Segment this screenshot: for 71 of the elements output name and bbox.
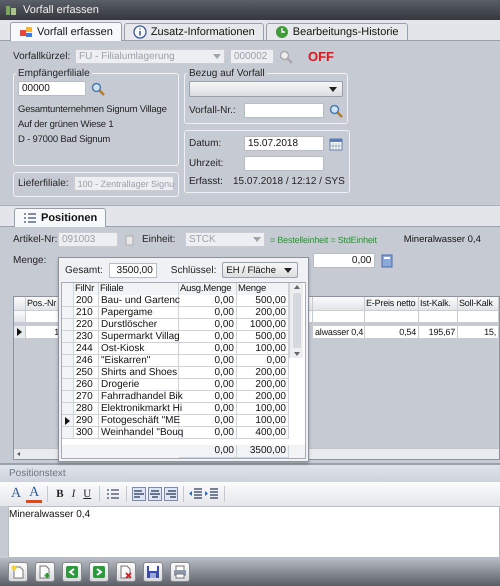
table-cell: 250: [74, 367, 99, 379]
table-cell: 210: [74, 307, 99, 319]
address-line: Auf der grünen Wiese 1: [18, 119, 114, 130]
panel-title: Positionstext: [9, 468, 66, 479]
table-cell: Bau- und Gartenc: [99, 295, 179, 307]
table-cell: 0,00: [237, 355, 289, 367]
field-label: Einheit:: [142, 234, 176, 245]
table-cell: 246: [74, 355, 99, 367]
table-cell: Supermarkt Villag: [99, 331, 179, 343]
table-cell: 0,00: [179, 415, 237, 427]
address-line: D - 97000 Bad Signum: [18, 134, 112, 145]
table-cell: Elektronikmarkt Hi: [99, 403, 179, 415]
field-label: Erfasst:: [189, 176, 224, 187]
field-label: Uhrzeit:: [189, 158, 224, 169]
table-cell: 0,00: [179, 355, 237, 367]
table-cell: 100,00: [237, 403, 289, 415]
table-cell: 400,00: [237, 427, 289, 439]
captured-value: 15.07.2018 / 12:12 / SYS: [233, 176, 345, 187]
table-cell: 15,: [458, 326, 499, 339]
table-cell: Drogerie: [99, 379, 179, 391]
total-cell: 0,00: [179, 445, 237, 458]
unit-note: = Bestelleinheit = StdEinheit: [270, 234, 377, 244]
group-title: Bezug auf Vorfall: [188, 68, 266, 79]
table-cell: 260: [74, 379, 99, 391]
table-cell: 0,00: [179, 307, 237, 319]
address-line: Gesamtunternehmen Signum Village: [18, 104, 168, 115]
field-label: Lieferfiliale:: [18, 178, 69, 189]
table-cell: 200,00: [237, 379, 289, 391]
table-cell: 220: [74, 319, 99, 331]
table-cell: 500,00: [237, 295, 289, 307]
table-cell: 200: [74, 295, 99, 307]
table-cell: 270: [74, 391, 99, 403]
table-cell: 0,00: [179, 319, 237, 331]
field-label: Menge:: [13, 255, 46, 266]
table-cell: 230: [74, 331, 99, 343]
table-cell: 100,00: [237, 415, 289, 427]
group-title: Empfängerfiliale: [17, 68, 91, 79]
table-cell: 0,00: [179, 367, 237, 379]
table-cell: 0,00: [179, 331, 237, 343]
table-cell: Fotogeschäft "ME: [99, 415, 179, 427]
article-description: Mineralwasser 0,4: [404, 234, 481, 245]
table-cell: 300: [74, 427, 99, 439]
table-cell: 200,00: [237, 307, 289, 319]
table-cell: 195,67: [419, 326, 458, 339]
table-cell: Shirts and Shoes: [99, 367, 179, 379]
table-cell: 280: [74, 403, 99, 415]
table-cell: alwasser 0,4: [313, 326, 365, 339]
field-label: Schlüssel:: [170, 264, 216, 276]
table-cell: 0,54: [365, 326, 419, 339]
table-cell: Ost-Kiosk: [99, 343, 179, 355]
field-label: Vorfall-Nr.:: [189, 105, 237, 116]
status-label: OFF: [308, 49, 334, 64]
table-cell: 244: [74, 343, 99, 355]
table-cell: 0,00: [179, 379, 237, 391]
table-cell: "Eiskarren": [99, 355, 179, 367]
table-cell: Papergame: [99, 307, 179, 319]
window-title: Vorfall erfassen: [23, 4, 99, 16]
table-cell: 200,00: [237, 367, 289, 379]
field-label: Datum:: [189, 138, 222, 149]
field-label: Vorfallkürzel:: [13, 51, 70, 62]
table-cell: 200,00: [237, 391, 289, 403]
table-cell: 500,00: [237, 331, 289, 343]
table-cell: 0,00: [179, 343, 237, 355]
table-cell: 0,00: [179, 295, 237, 307]
editor-text: Mineralwasser 0,4: [9, 509, 90, 520]
table-cell: 100,00: [237, 343, 289, 355]
total-cell: 3500,00: [237, 445, 289, 458]
table-cell: 1000,00: [237, 319, 289, 331]
field-label: Gesamt:: [65, 264, 103, 276]
table-cell: Durstlöscher: [99, 319, 179, 331]
table-cell: 290: [74, 415, 99, 427]
